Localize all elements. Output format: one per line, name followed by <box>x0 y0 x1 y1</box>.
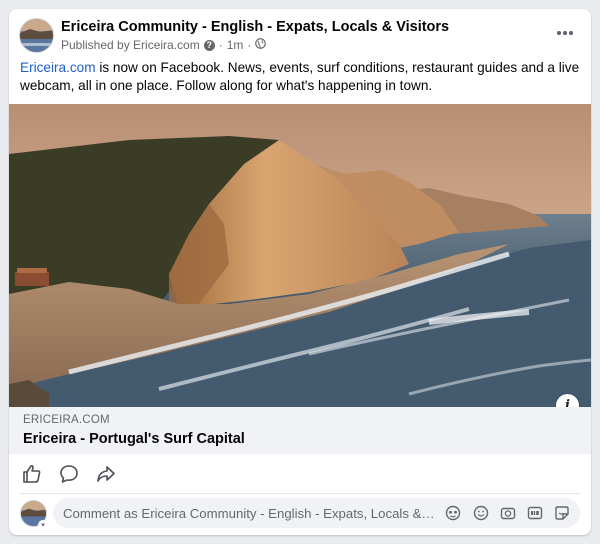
post-header: Ericeira Community - English - Expats, L… <box>9 9 591 61</box>
meta-separator: · <box>218 38 223 52</box>
share-arrow-icon[interactable] <box>95 463 117 485</box>
link-preview[interactable]: ERICEIRA.COM Ericeira - Portugal's Surf … <box>9 407 591 454</box>
avatar-sticker-icon[interactable] <box>445 505 461 521</box>
page-avatar[interactable] <box>19 18 54 53</box>
post-image[interactable] <box>9 104 591 407</box>
post-text: Ericeira.com is now on Facebook. News, e… <box>20 59 580 95</box>
comment-composer: ▾ Comment as Ericeira Community - Englis… <box>9 495 591 535</box>
post-card: Ericeira Community - English - Expats, L… <box>9 9 591 535</box>
chevron-down-icon[interactable]: ▾ <box>38 520 48 530</box>
more-options-icon[interactable] <box>553 23 577 43</box>
post-actions <box>9 457 591 491</box>
comment-bubble-icon[interactable] <box>58 463 80 485</box>
post-text-body: is now on Facebook. News, events, surf c… <box>20 60 580 93</box>
camera-icon[interactable] <box>500 505 516 521</box>
comment-input[interactable]: Comment as Ericeira Community - English … <box>53 498 580 528</box>
post-meta: Published by Ericeira.com ? · 1m · <box>61 38 267 52</box>
meta-separator: · <box>247 38 252 52</box>
published-by[interactable]: Published by Ericeira.com <box>61 38 200 52</box>
emoji-icon[interactable] <box>473 505 489 521</box>
globe-icon <box>255 38 267 52</box>
link-title[interactable]: Ericeira - Portugal's Surf Capital <box>23 431 245 447</box>
divider <box>19 493 581 494</box>
link-domain: ERICEIRA.COM <box>23 414 110 426</box>
gif-icon[interactable] <box>527 505 543 521</box>
thumbs-up-icon[interactable] <box>21 463 43 485</box>
sticker-icon[interactable] <box>554 505 570 521</box>
page-name[interactable]: Ericeira Community - English - Expats, L… <box>61 19 449 35</box>
post-time[interactable]: 1m <box>227 38 244 52</box>
comment-placeholder[interactable]: Comment as Ericeira Community - English … <box>63 506 435 521</box>
question-icon[interactable]: ? <box>203 39 215 51</box>
post-text-link[interactable]: Ericeira.com <box>20 60 96 75</box>
